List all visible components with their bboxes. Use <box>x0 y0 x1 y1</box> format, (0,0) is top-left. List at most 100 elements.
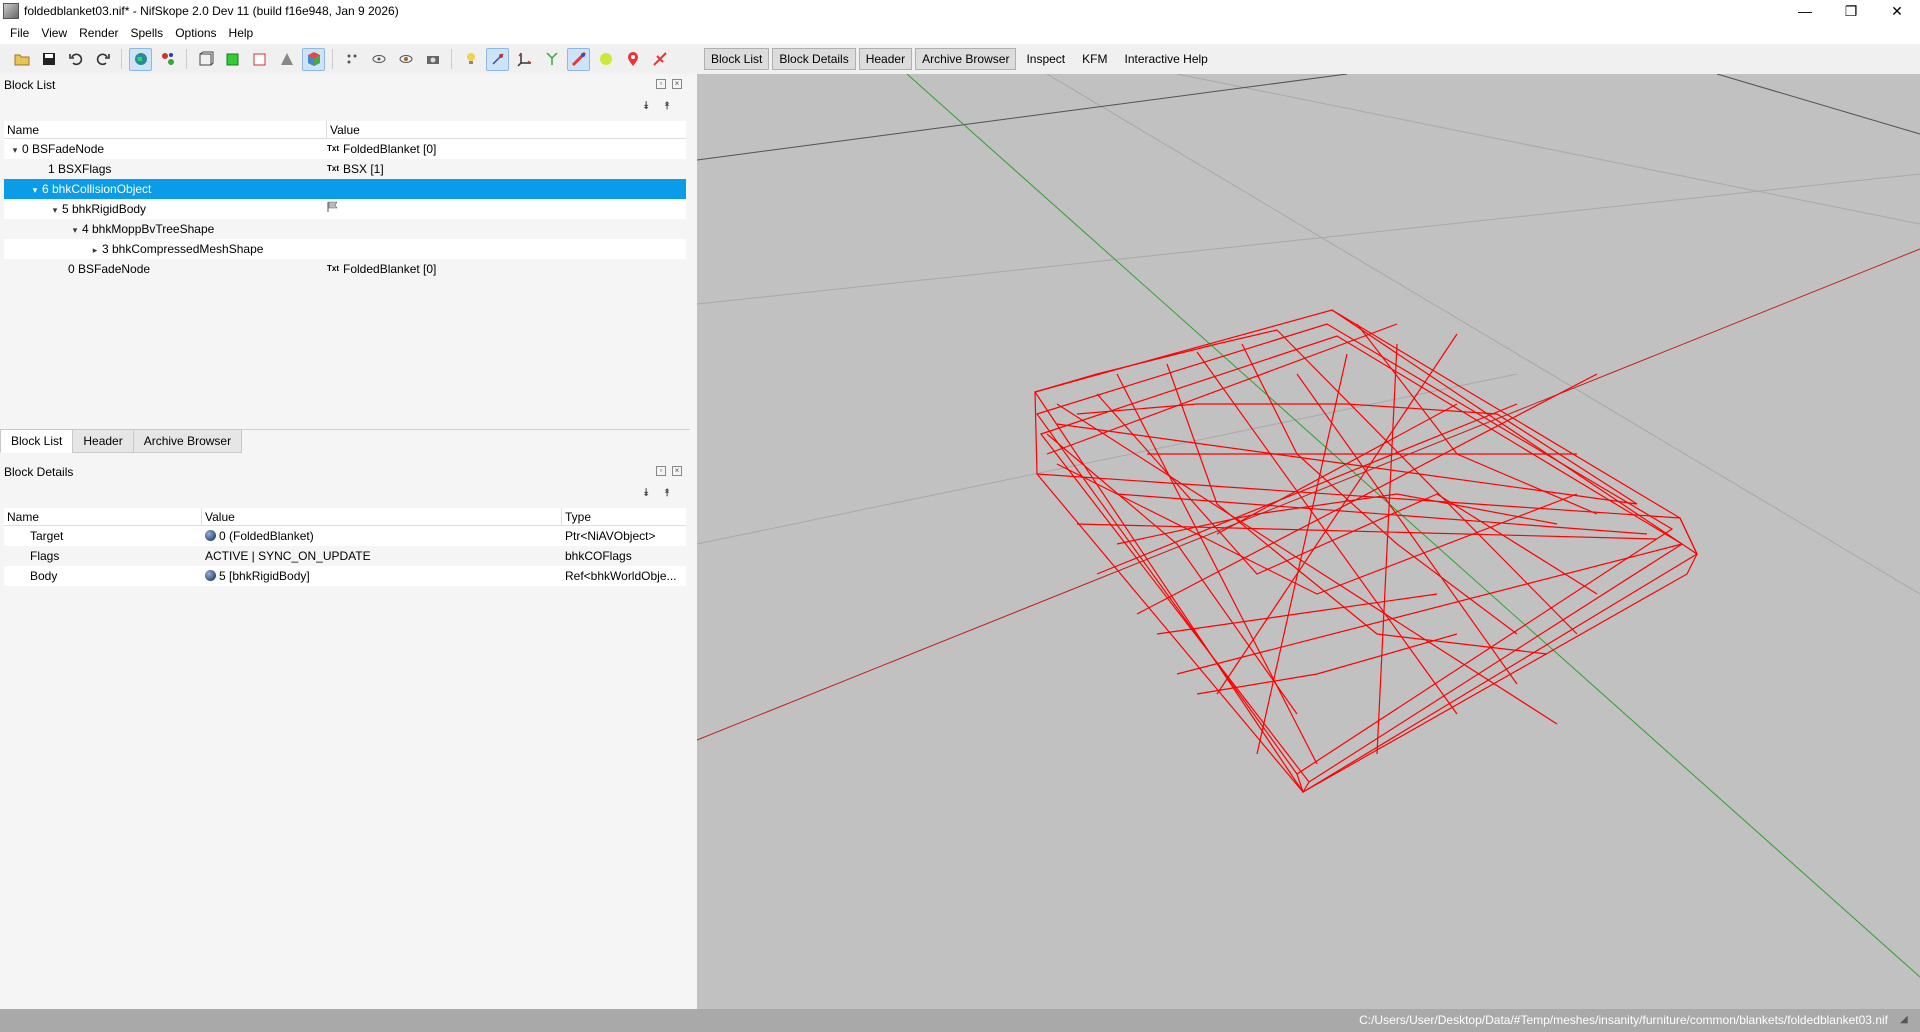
menu-bar: File View Render Spells Options Help <box>0 22 1920 44</box>
expand-arrow-icon[interactable]: ▾ <box>28 180 42 199</box>
window-title: foldedblanket03.nif* - NifSkope 2.0 Dev … <box>24 4 399 18</box>
shade-view-icon[interactable] <box>275 48 298 71</box>
expand-arrow-icon[interactable]: ▾ <box>48 200 62 219</box>
menu-spells[interactable]: Spells <box>125 26 170 40</box>
eye-alt-icon[interactable] <box>394 48 417 71</box>
menu-help[interactable]: Help <box>223 26 260 40</box>
app-icon <box>3 3 19 19</box>
close-dock-icon[interactable]: × <box>672 79 682 89</box>
toggle-block-list-button[interactable]: Block List <box>704 48 770 70</box>
ground-grid <box>697 74 1920 595</box>
cell-name: Flags <box>30 549 60 563</box>
constraint-icon[interactable] <box>648 48 671 71</box>
expand-all-icon[interactable]: ⯯ <box>643 100 650 113</box>
undo-icon[interactable] <box>64 48 87 71</box>
left-dock-tabs: Block List Header Archive Browser <box>0 429 243 453</box>
box-view-icon[interactable] <box>194 48 217 71</box>
tab-block-list[interactable]: Block List <box>0 429 74 453</box>
expand-arrow-icon[interactable]: ▾ <box>68 220 82 239</box>
col-type[interactable]: Type <box>562 508 686 526</box>
solid-view-icon[interactable] <box>221 48 244 71</box>
toggle-header-button[interactable]: Header <box>858 48 913 70</box>
tree-row[interactable]: 1 BSXFlags Txt BSX [1] <box>4 159 686 179</box>
location-pin-icon[interactable] <box>621 48 644 71</box>
block-details-dock-controls: ▫ × <box>656 466 682 476</box>
toggle-archive-browser-button[interactable]: Archive Browser <box>915 48 1017 70</box>
row-value: BSX [1] <box>343 162 384 176</box>
row-name: 5 bhkRigidBody <box>62 202 147 216</box>
minimize-button[interactable]: — <box>1782 0 1828 22</box>
cell-value[interactable]: 5 [bhkRigidBody] <box>219 569 310 583</box>
expand-arrow-icon[interactable]: ▾ <box>8 140 22 159</box>
maximize-button[interactable]: ❐ <box>1828 0 1874 22</box>
axes-icon[interactable] <box>513 48 536 71</box>
cube-icon[interactable] <box>302 47 325 71</box>
camera-icon[interactable] <box>421 48 444 71</box>
col-name[interactable]: Name <box>4 120 327 139</box>
collapse-all-icon[interactable]: ⯭ <box>664 487 671 500</box>
tree-row[interactable]: ▾ 4 bhkMoppBvTreeShape <box>4 219 686 239</box>
redo-icon[interactable] <box>91 48 114 71</box>
col-name[interactable]: Name <box>4 507 202 526</box>
toggle-inspect-button[interactable]: Inspect <box>1019 48 1072 70</box>
close-dock-icon[interactable]: × <box>672 466 682 476</box>
col-value[interactable]: Value <box>327 121 686 139</box>
toolbar-separator <box>186 49 187 69</box>
float-icon[interactable]: ▫ <box>656 466 666 476</box>
col-value[interactable]: Value <box>202 507 562 526</box>
tree-row[interactable]: ▸ 3 bhkCompressedMeshShape <box>4 239 686 259</box>
menu-options[interactable]: Options <box>169 26 222 40</box>
expand-arrow-icon[interactable]: ▸ <box>88 240 102 259</box>
open-file-icon[interactable] <box>10 48 33 71</box>
menu-render[interactable]: Render <box>73 26 124 40</box>
file-path-label: C:/Users/User/Desktop/Data/#Temp/meshes/… <box>1359 1013 1888 1027</box>
toggle-interactive-help-button[interactable]: Interactive Help <box>1117 48 1214 70</box>
axis-y-line <box>906 74 1920 978</box>
skeleton-icon[interactable] <box>540 48 563 71</box>
expand-all-icon[interactable]: ⯯ <box>643 487 650 500</box>
table-row[interactable]: Body 5 [bhkRigidBody] Ref<bhkWorldObje..… <box>4 566 686 586</box>
globe-icon[interactable] <box>129 47 152 71</box>
toolbar-separator <box>332 49 333 69</box>
vertex-icon[interactable] <box>340 48 363 71</box>
eye-icon[interactable] <box>367 48 390 71</box>
axes-select-icon[interactable] <box>486 47 509 71</box>
wireframe-mesh <box>1034 309 1698 794</box>
collision-icon[interactable] <box>567 47 590 71</box>
texture-view-icon[interactable] <box>248 48 271 71</box>
toggle-kfm-button[interactable]: KFM <box>1075 48 1114 70</box>
menu-view[interactable]: View <box>35 26 73 40</box>
cell-type: Ref<bhkWorldObje... <box>565 569 677 583</box>
flag-icon <box>327 201 339 216</box>
marker-icon[interactable] <box>594 48 617 71</box>
block-details-table: Name Value Type Target 0 (FoldedBlanket)… <box>4 507 686 586</box>
render-viewport[interactable] <box>697 74 1920 1009</box>
tab-header[interactable]: Header <box>72 429 134 453</box>
tree-row[interactable]: 0 BSFadeNode Txt FoldedBlanket [0] <box>4 259 686 279</box>
tree-row[interactable]: ▾ 5 bhkRigidBody <box>4 199 686 219</box>
resize-grip-icon[interactable]: ◢ <box>1900 1014 1914 1026</box>
nodes-icon[interactable] <box>156 48 179 71</box>
tree-row-selected[interactable]: ▾ 6 bhkCollisionObject <box>4 179 686 199</box>
txt-icon: Txt <box>327 164 339 173</box>
row-name: 1 BSXFlags <box>48 162 112 176</box>
block-list-title: Block List <box>4 78 56 92</box>
save-icon[interactable] <box>37 48 60 71</box>
scene-canvas[interactable] <box>697 74 1920 1009</box>
float-icon[interactable]: ▫ <box>656 79 666 89</box>
tree-row[interactable]: ▾ 0 BSFadeNode Txt FoldedBlanket [0] <box>4 139 686 159</box>
close-button[interactable]: ✕ <box>1874 0 1920 22</box>
menu-file[interactable]: File <box>4 26 35 40</box>
table-row[interactable]: Target 0 (FoldedBlanket) Ptr<NiAVObject> <box>4 526 686 546</box>
block-list-tree: Name Value ▾ 0 BSFadeNode Txt FoldedBlanke… <box>4 120 686 279</box>
toggle-block-details-button[interactable]: Block Details <box>772 48 856 70</box>
tab-archive-browser[interactable]: Archive Browser <box>132 429 243 453</box>
cell-value[interactable]: 0 (FoldedBlanket) <box>219 529 314 543</box>
cell-value[interactable]: ACTIVE | SYNC_ON_UPDATE <box>202 546 562 566</box>
table-row[interactable]: Flags ACTIVE | SYNC_ON_UPDATE bhkCOFlags <box>4 546 686 566</box>
lightbulb-icon[interactable] <box>459 48 482 71</box>
axis-x-line <box>697 248 1920 741</box>
block-list-dock-controls: ▫ × <box>656 79 682 89</box>
row-name: 0 BSFadeNode <box>22 142 105 156</box>
collapse-all-icon[interactable]: ⯭ <box>664 100 671 113</box>
